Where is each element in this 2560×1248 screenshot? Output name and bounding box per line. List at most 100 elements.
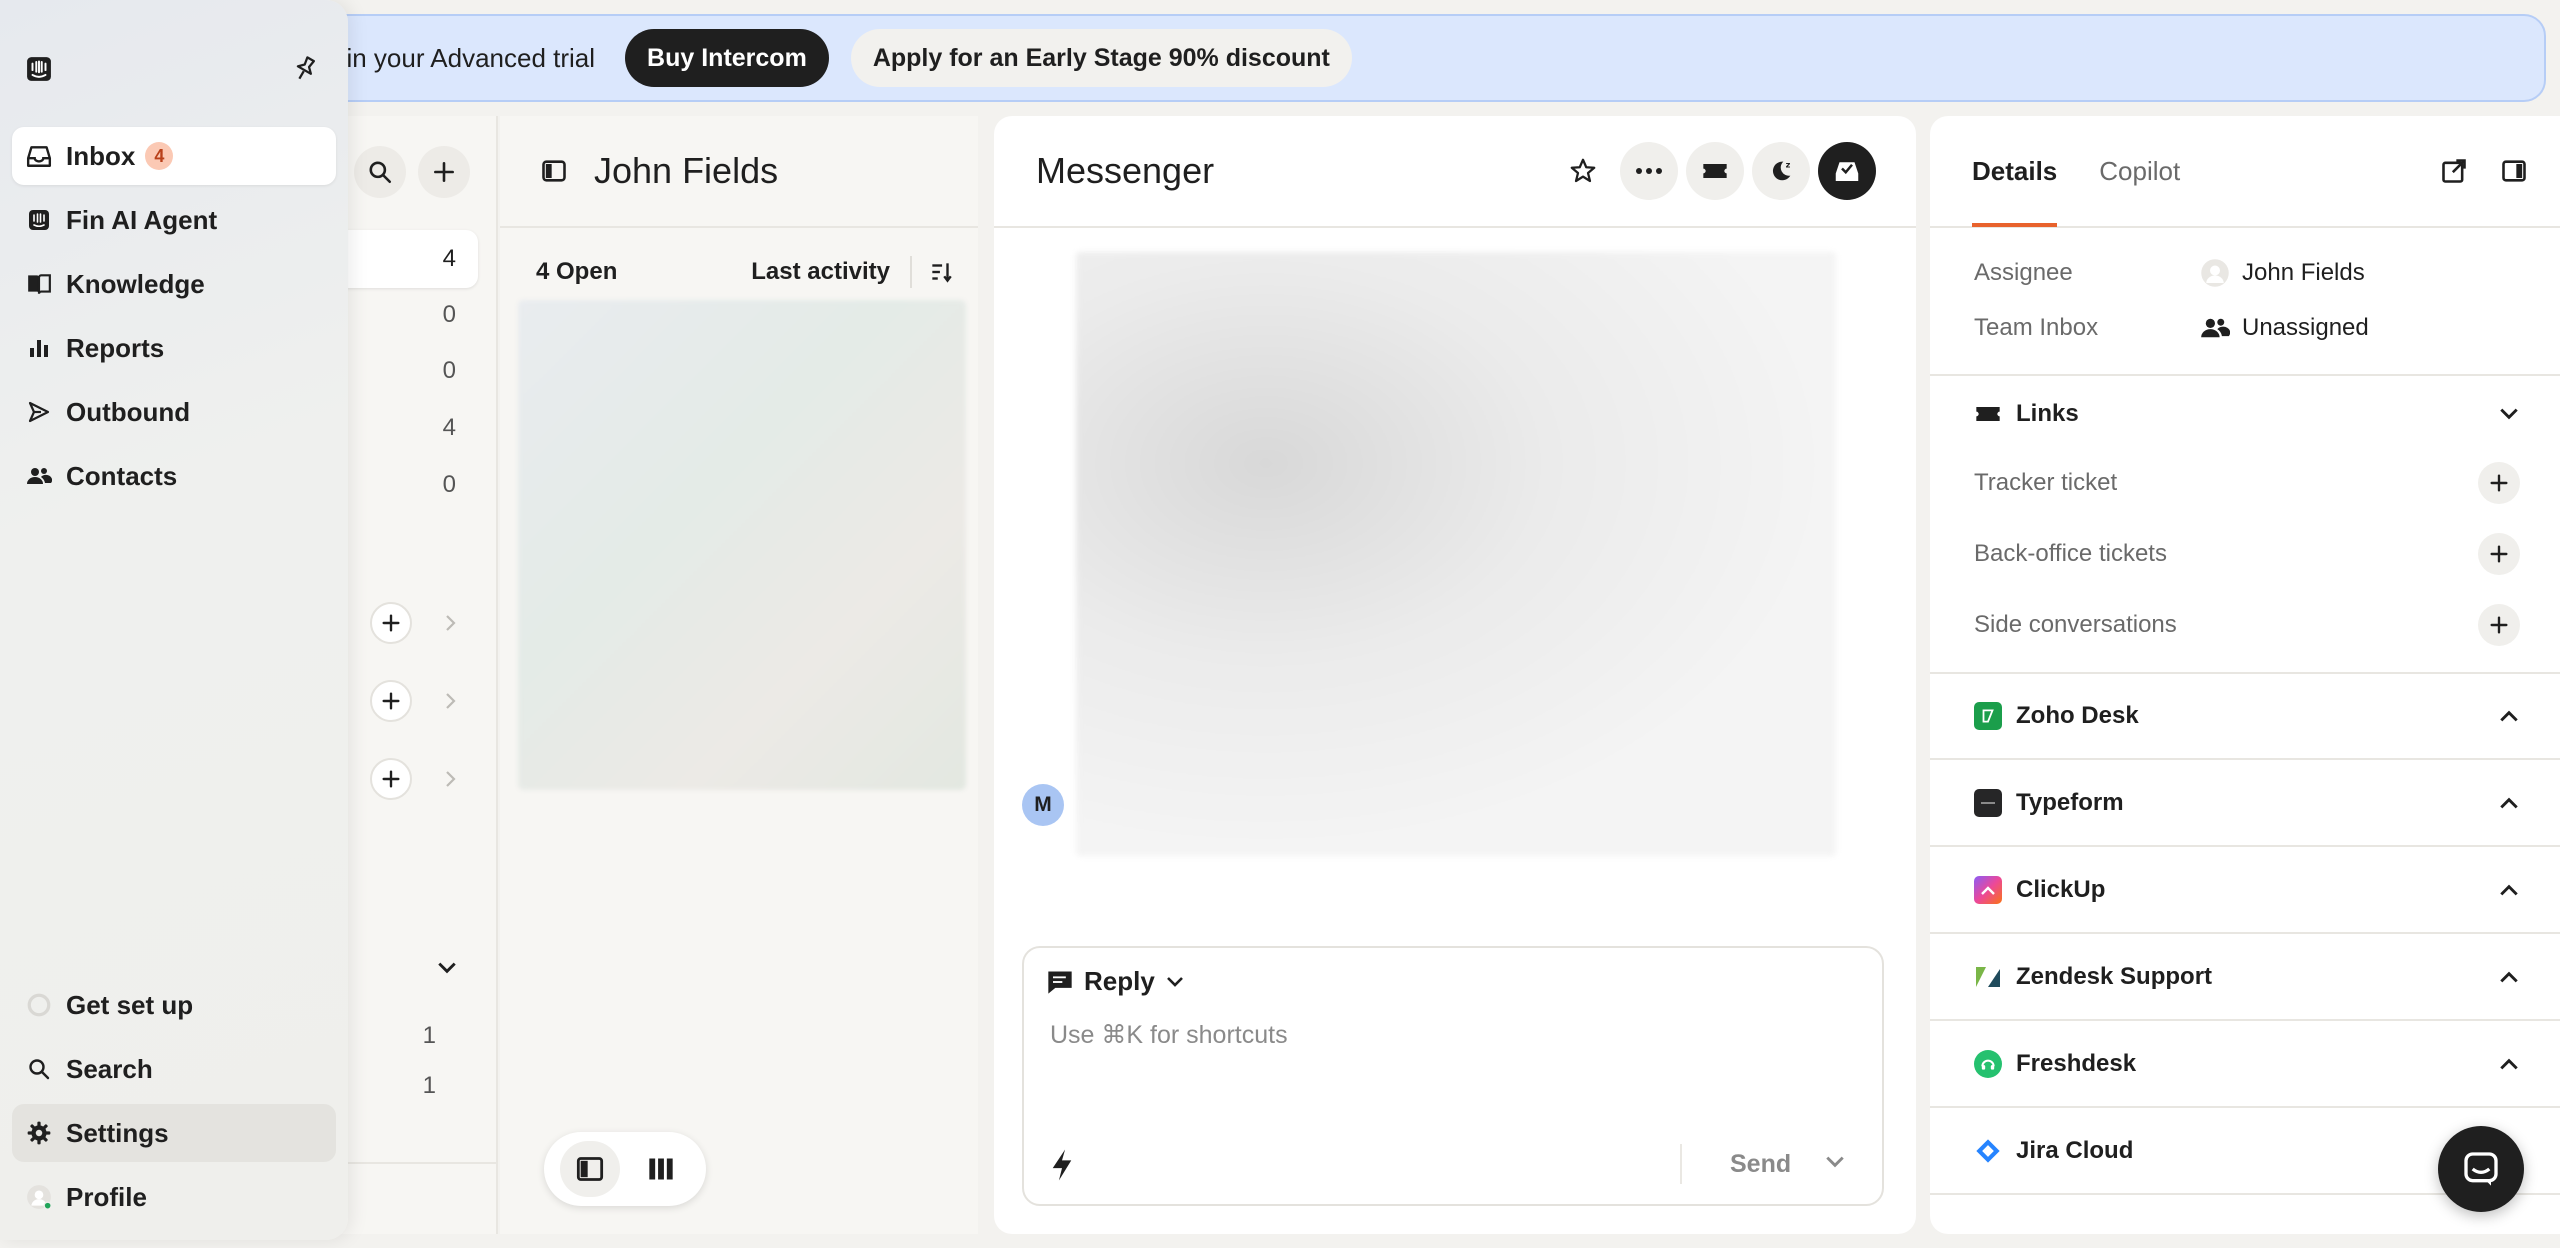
freshdesk-icon bbox=[1974, 1050, 2002, 1078]
nav-item-label: Profile bbox=[66, 1181, 147, 1212]
buy-intercom-button[interactable]: Buy Intercom bbox=[625, 29, 829, 87]
inbox-row-count[interactable]: 4 bbox=[330, 230, 478, 288]
sort-order-icon[interactable] bbox=[928, 259, 954, 285]
inbox-row-count[interactable]: 0 bbox=[330, 342, 478, 400]
chevron-down-icon bbox=[1166, 976, 1183, 987]
conversation-list-title: John Fields bbox=[594, 150, 779, 191]
typeform-icon bbox=[1974, 789, 2002, 817]
fin-ai-icon bbox=[26, 207, 52, 233]
messenger-header: Messenger z bbox=[994, 116, 1916, 228]
nav-item-label: Outbound bbox=[66, 396, 191, 427]
zoho-desk-icon bbox=[1974, 702, 2002, 730]
tab-details[interactable]: Details bbox=[1972, 115, 2058, 227]
team-inbox-row[interactable]: Team Inbox Unassigned bbox=[1974, 314, 2369, 342]
early-stage-discount-button[interactable]: Apply for an Early Stage 90% discount bbox=[850, 29, 1352, 87]
inbox-row-count[interactable]: 1 bbox=[330, 1007, 460, 1065]
search-icon bbox=[369, 161, 392, 184]
svg-text:z: z bbox=[1786, 160, 1791, 170]
nav-item-contacts[interactable]: Contacts bbox=[12, 447, 336, 505]
chevron-down-icon[interactable] bbox=[1824, 1154, 1846, 1170]
inbox-section-add bbox=[370, 680, 458, 722]
add-section-item-button[interactable] bbox=[370, 680, 412, 722]
layout-columns-icon bbox=[648, 1158, 673, 1180]
nav-item-label: Inbox bbox=[66, 140, 136, 171]
nav-item-settings[interactable]: Settings bbox=[12, 1104, 336, 1162]
reply-composer[interactable]: Reply Use ⌘K for shortcuts Send bbox=[1022, 946, 1884, 1206]
plus-icon bbox=[2490, 616, 2508, 634]
tab-copilot[interactable]: Copilot bbox=[2099, 115, 2180, 227]
new-inbox-view-button[interactable] bbox=[418, 146, 470, 198]
add-section-item-button[interactable] bbox=[370, 602, 412, 644]
search-inbox-button[interactable] bbox=[354, 146, 406, 198]
assignee-row[interactable]: Assignee John Fields bbox=[1974, 258, 2365, 288]
link-label: Side conversations bbox=[1974, 611, 2177, 638]
add-section-item-button[interactable] bbox=[370, 758, 412, 800]
messenger-launcher-button[interactable] bbox=[2438, 1126, 2524, 1212]
layout-columns-button[interactable] bbox=[631, 1141, 691, 1197]
nav-item-label: Reports bbox=[66, 332, 165, 363]
chevron-up-icon bbox=[2500, 710, 2518, 722]
app-freshdesk[interactable]: Freshdesk bbox=[1974, 1050, 2520, 1078]
divider bbox=[1930, 1106, 2560, 1108]
nav-item-label: Get set up bbox=[66, 989, 194, 1020]
nav-item-search[interactable]: Search bbox=[12, 1040, 336, 1098]
links-section-header[interactable]: Links bbox=[1974, 400, 2520, 428]
link-label: Tracker ticket bbox=[1974, 469, 2118, 496]
add-back-office-ticket-button[interactable] bbox=[2478, 533, 2520, 575]
pin-icon[interactable] bbox=[290, 54, 320, 84]
conversation-list-item[interactable] bbox=[518, 300, 966, 790]
app-zoho-desk[interactable]: Zoho Desk bbox=[1974, 702, 2520, 730]
app-clickup[interactable]: ClickUp bbox=[1974, 876, 2520, 904]
add-side-conversation-button[interactable] bbox=[2478, 604, 2520, 646]
inbox-icon bbox=[26, 143, 52, 169]
lightning-icon[interactable] bbox=[1048, 1148, 1076, 1182]
nav-item-knowledge[interactable]: Knowledge bbox=[12, 255, 336, 313]
nav-item-fin-ai-agent[interactable]: Fin AI Agent bbox=[12, 191, 336, 249]
plus-icon bbox=[2490, 474, 2508, 492]
trial-banner: t in your Advanced trial Buy Intercom Ap… bbox=[250, 14, 2546, 102]
chevron-up-icon bbox=[2500, 1058, 2518, 1070]
sidebar-toggle-icon[interactable] bbox=[540, 157, 568, 185]
avatar[interactable]: M bbox=[1022, 784, 1064, 826]
nav-item-get-set-up[interactable]: Get set up bbox=[12, 976, 336, 1034]
inbox-row-count[interactable]: 0 bbox=[330, 286, 478, 344]
open-external-icon[interactable] bbox=[2440, 157, 2468, 185]
nav-item-reports[interactable]: Reports bbox=[12, 319, 336, 377]
close-conversation-button[interactable] bbox=[1818, 142, 1876, 200]
sort-dropdown[interactable]: Last activity bbox=[751, 258, 890, 286]
message-content bbox=[1076, 252, 1836, 856]
nav-item-label: Search bbox=[66, 1053, 153, 1084]
nav-item-outbound[interactable]: Outbound bbox=[12, 383, 336, 441]
app-typeform[interactable]: Typeform bbox=[1974, 789, 2520, 817]
open-count-filter[interactable]: 4 Open bbox=[536, 258, 751, 286]
book-icon bbox=[26, 271, 52, 297]
nav-item-profile[interactable]: Profile bbox=[12, 1168, 336, 1226]
team-icon bbox=[2201, 318, 2230, 338]
nav-item-inbox[interactable]: Inbox 4 bbox=[12, 127, 336, 185]
snooze-button[interactable]: z bbox=[1752, 142, 1810, 200]
add-tracker-ticket-button[interactable] bbox=[2478, 462, 2520, 504]
conversation-list-toolbar: 4 Open Last activity bbox=[536, 256, 954, 288]
more-options-button[interactable] bbox=[1620, 142, 1678, 200]
progress-ring-icon bbox=[26, 992, 52, 1018]
search-icon bbox=[26, 1056, 52, 1082]
nav-item-label: Settings bbox=[66, 1117, 169, 1148]
snooze-moon-icon: z bbox=[1772, 160, 1791, 181]
link-label: Back-office tickets bbox=[1974, 540, 2167, 567]
inbox-row-count[interactable]: 1 bbox=[330, 1071, 460, 1101]
inbox-row-count[interactable]: 0 bbox=[330, 456, 478, 514]
layout-single-button[interactable] bbox=[559, 1141, 620, 1197]
convert-ticket-button[interactable] bbox=[1686, 142, 1744, 200]
reply-input-placeholder[interactable]: Use ⌘K for shortcuts bbox=[1050, 1020, 1288, 1050]
conversation-list-panel: John Fields 4 Open Last activity bbox=[500, 116, 978, 1234]
send-button[interactable]: Send bbox=[1730, 1150, 1791, 1179]
reply-mode-dropdown[interactable]: Reply bbox=[1046, 966, 1185, 997]
app-zendesk-support[interactable]: Zendesk Support bbox=[1974, 963, 2520, 991]
panel-toggle-icon[interactable] bbox=[2500, 157, 2528, 185]
app-label: Typeform bbox=[2016, 789, 2124, 816]
contacts-icon bbox=[26, 463, 52, 489]
inbox-row-count[interactable]: 4 bbox=[330, 399, 478, 457]
star-button[interactable] bbox=[1554, 142, 1612, 200]
intercom-logo-icon[interactable] bbox=[26, 56, 52, 82]
chevron-down-icon[interactable] bbox=[436, 960, 458, 976]
